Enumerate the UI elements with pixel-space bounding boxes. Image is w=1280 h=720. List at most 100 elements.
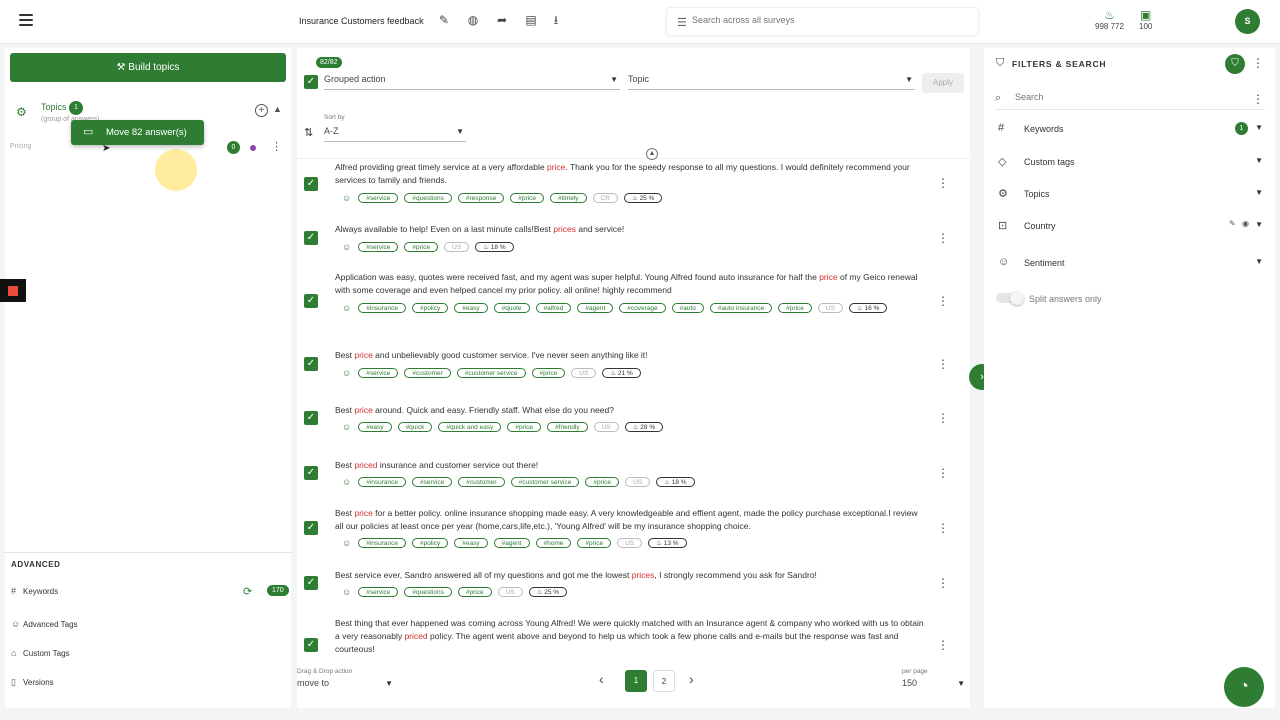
more-vertical-icon[interactable]: ⋮ — [937, 357, 949, 371]
keyword-tag[interactable]: #policy — [412, 538, 449, 548]
search-options-icon[interactable]: ⋮ — [1252, 92, 1264, 106]
keyword-tag[interactable]: #coverage — [619, 303, 666, 313]
menu-icon[interactable] — [19, 14, 33, 26]
keyword-tag[interactable]: #easy — [358, 422, 392, 432]
more-vertical-icon[interactable]: ⋮ — [937, 231, 949, 245]
download-icon[interactable]: ⭳ — [548, 12, 564, 28]
keyword-tag[interactable]: #alfred — [535, 303, 572, 313]
keyword-tag[interactable]: #price — [510, 193, 544, 203]
globe-icon[interactable]: ◍ — [465, 12, 481, 28]
per-page-select[interactable]: 150 ▼ — [902, 678, 967, 694]
keyword-tag[interactable]: #quote — [493, 303, 530, 313]
keyword-tag[interactable]: #easy — [454, 538, 488, 548]
keyword-tag[interactable]: #auto insurance — [709, 303, 773, 313]
page-2[interactable]: 2 — [653, 670, 675, 692]
more-vertical-icon[interactable]: ⋮ — [937, 176, 949, 190]
sort-select[interactable]: A-Z ▼ — [324, 126, 466, 142]
keyword-tag[interactable]: #agent — [493, 538, 530, 548]
facet-topics[interactable]: ⚙ Topics ▼ — [998, 187, 1263, 203]
keyword-tag[interactable]: #insurance — [358, 477, 407, 487]
keyword-tag[interactable]: #service — [358, 193, 399, 203]
more-vertical-icon[interactable]: ⋮ — [1252, 56, 1264, 70]
answer-checkbox[interactable]: ✓ — [304, 231, 318, 245]
grouped-action-select[interactable]: Grouped action ▼ — [324, 74, 620, 90]
clear-filter-icon[interactable]: ⛉ — [1225, 54, 1245, 74]
keyword-tag[interactable]: #quick — [397, 422, 433, 432]
more-vertical-icon[interactable]: ⋮ — [937, 294, 949, 308]
more-vertical-icon[interactable]: ⋮ — [937, 466, 949, 480]
keyword-tag[interactable]: #quick and easy — [438, 422, 502, 432]
keyword-tag[interactable]: #response — [457, 193, 505, 203]
keyword-tag[interactable]: #price — [457, 587, 492, 597]
topic-select[interactable]: Topic ▼ — [628, 74, 915, 90]
more-vertical-icon[interactable]: ⋮ — [937, 521, 949, 535]
select-all-checkbox[interactable]: ✓ — [304, 75, 318, 89]
keyword-tag[interactable]: #customer service — [510, 477, 580, 487]
facet-country[interactable]: ⊡ Country ✎ ◉ ▼ — [998, 219, 1263, 235]
keyword-tag[interactable]: #service — [358, 242, 399, 252]
keyword-tag[interactable]: #price — [778, 303, 812, 313]
drag-drop-select[interactable]: move to ▼ — [297, 678, 395, 694]
facet-sentiment[interactable]: ☺ Sentiment ▼ — [998, 256, 1263, 272]
record-icon[interactable] — [0, 279, 26, 302]
keyword-tag[interactable]: #insurance — [358, 303, 407, 313]
more-vertical-icon[interactable]: ⋮ — [271, 140, 282, 153]
keyword-tag[interactable]: #price — [585, 477, 620, 487]
prev-page-icon[interactable]: ‹ — [599, 671, 604, 687]
eye-icon[interactable]: ◉ — [1242, 219, 1249, 228]
build-topics-button[interactable]: ⚒ Build topics — [10, 53, 286, 82]
more-vertical-icon[interactable]: ⋮ — [937, 411, 949, 425]
advanced-versions[interactable]: ▯ Versions — [11, 677, 286, 693]
add-topic-icon[interactable]: + — [255, 104, 268, 117]
more-vertical-icon[interactable]: ⋮ — [937, 638, 949, 652]
chat-icon[interactable]: ◔ — [1224, 667, 1264, 707]
advanced-keywords[interactable]: # Keywords ⟳ 170 — [11, 585, 289, 602]
keyword-tag[interactable]: #timely — [549, 193, 587, 203]
keyword-tag[interactable]: #service — [358, 368, 399, 378]
answer-checkbox[interactable]: ✓ — [304, 177, 318, 191]
next-page-icon[interactable]: › — [689, 671, 694, 687]
collapse-up-icon[interactable]: ▲ — [646, 148, 658, 160]
advanced-custom-tags[interactable]: ⌂ Custom Tags — [11, 648, 286, 664]
more-vertical-icon[interactable]: ⋮ — [937, 576, 949, 590]
keyword-tag[interactable]: #policy — [412, 303, 449, 313]
apply-button[interactable]: Apply — [922, 73, 964, 93]
answer-checkbox[interactable]: ✓ — [304, 466, 318, 480]
keyword-tag[interactable]: #customer — [458, 477, 505, 487]
keyword-tag[interactable]: #customer service — [456, 368, 526, 378]
split-answers-toggle[interactable] — [996, 291, 1024, 305]
keyword-tag[interactable]: #price — [404, 242, 439, 252]
filter-search-input[interactable] — [1015, 92, 1235, 102]
share-icon[interactable]: ➦ — [494, 12, 510, 28]
page-1[interactable]: 1 — [625, 670, 647, 692]
keyword-tag[interactable]: #service — [358, 587, 399, 597]
edit-icon[interactable]: ✎ — [1229, 219, 1236, 228]
report-icon[interactable]: ▤ — [523, 12, 539, 28]
answer-checkbox[interactable]: ✓ — [304, 638, 318, 652]
avatar[interactable]: S — [1235, 9, 1260, 34]
facet-custom-tags[interactable]: ◇ Custom tags ▼ — [998, 155, 1263, 171]
answer-checkbox[interactable]: ✓ — [304, 411, 318, 425]
answer-checkbox[interactable]: ✓ — [304, 521, 318, 535]
answer-checkbox[interactable]: ✓ — [304, 357, 318, 371]
refresh-icon[interactable]: ⟳ — [243, 585, 252, 598]
keyword-tag[interactable]: #easy — [454, 303, 488, 313]
global-search-input[interactable] — [692, 15, 962, 25]
keyword-tag[interactable]: #price — [577, 538, 612, 548]
keyword-tag[interactable]: #price — [531, 368, 566, 378]
edit-icon[interactable]: ✎ — [436, 12, 452, 28]
keyword-tag[interactable]: #insurance — [358, 538, 407, 548]
answer-checkbox[interactable]: ✓ — [304, 576, 318, 590]
keyword-tag[interactable]: #price — [507, 422, 542, 432]
facet-keywords[interactable]: # Keywords 1 ▼ — [998, 122, 1263, 138]
keyword-tag[interactable]: #home — [535, 538, 572, 548]
keyword-tag[interactable]: #questions — [404, 587, 452, 597]
chevron-up-icon[interactable]: ▲ — [273, 104, 282, 114]
keyword-tag[interactable]: #friendly — [547, 422, 588, 432]
answer-checkbox[interactable]: ✓ — [304, 294, 318, 308]
keyword-tag[interactable]: #auto — [671, 303, 704, 313]
advanced-tags[interactable]: ☺ Advanced Tags — [11, 619, 286, 635]
keyword-tag[interactable]: #questions — [404, 193, 452, 203]
keyword-tag[interactable]: #customer — [404, 368, 451, 378]
global-search[interactable]: ☰ — [666, 7, 979, 36]
